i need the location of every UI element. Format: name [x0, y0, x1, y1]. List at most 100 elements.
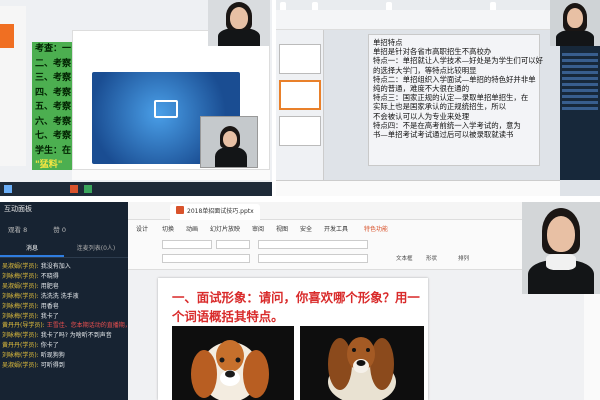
ppt-file-icon [176, 206, 184, 214]
chat-line [562, 95, 598, 98]
format-controls[interactable] [162, 254, 250, 263]
chat-line [562, 53, 598, 56]
start-icon[interactable] [4, 185, 12, 193]
outline-line: 七、考察 [35, 131, 72, 141]
menu-item[interactable]: 幻灯片放映 [210, 224, 240, 233]
chat-line [562, 83, 598, 86]
tab-item[interactable] [386, 2, 392, 10]
slide-thumbnail[interactable] [279, 44, 321, 74]
menu-item[interactable]: 动画 [186, 224, 198, 233]
menu-item[interactable]: 特色功能 [364, 224, 388, 233]
presenter-webcam-small [200, 116, 258, 168]
slide-line: 的选择大学门，等特点比较明显 [373, 65, 477, 75]
outline-line: 五、考察 [35, 102, 72, 112]
slide-title: 一、面试形象：请问，你喜欢哪个形象？用一个词语概括其特点。 [172, 290, 420, 324]
likes-count: 赞 0 [53, 226, 66, 234]
slide-line: 特点一：单招就让人学技术—好处是为学生们可以好 [373, 56, 543, 66]
app-icon[interactable] [70, 185, 78, 193]
right-tool-strip[interactable] [584, 294, 600, 400]
font-select[interactable] [162, 240, 212, 249]
tab-item[interactable] [490, 2, 496, 10]
message-sender[interactable]: 刘咏梅(学员): [2, 293, 39, 300]
chat-message: 黄丹丹(学员): 你卡了 [0, 341, 128, 351]
slide-thumbnail[interactable] [279, 116, 321, 146]
bottom-live-class: 互动面板 观看 8 赞 0 消息 连麦列表(0人) 吴淑娟(学员): 我没有加入刘… [0, 202, 600, 400]
message-sender[interactable]: 吴淑娟(学员): [2, 263, 39, 270]
outline-line: 三、考察 [35, 73, 72, 83]
presenter-webcam [208, 0, 270, 46]
message-sender[interactable]: 刘咏梅(学员): [2, 273, 39, 280]
slide-line: 特点三：国家正规的认定—录取单招单招生，在 [373, 93, 529, 103]
file-tab[interactable]: 2018单招面试技巧.pptx [170, 204, 260, 220]
outline-line: 六、考察 [35, 116, 72, 127]
message-sender[interactable]: 吴淑娟(学员): [2, 283, 39, 290]
interaction-panel: 互动面板 观看 8 赞 0 消息 连麦列表(0人) 吴淑娟(学员): 我没有加入刘… [0, 202, 161, 400]
message-text: 听现狗狗 [40, 352, 65, 360]
viewers-count: 观看 8 [8, 226, 28, 234]
slide-line: 不会被认可以人为专业来处理 [373, 111, 470, 121]
panel-tabs[interactable]: 消息 连麦列表(0人) [0, 240, 128, 258]
message-sender[interactable]: 吴淑娟(学员): [2, 362, 39, 369]
message-text: 我卡了 [40, 312, 59, 320]
taskbar[interactable] [276, 180, 560, 196]
slide-thumbnail[interactable] [279, 80, 321, 110]
slide-line: 特点二：单招组织入学面试—单招的特色好并非单 [373, 74, 536, 84]
message-text: 我没有加入 [40, 263, 71, 270]
paragraph-controls[interactable] [258, 240, 368, 249]
shape-tool[interactable]: 形状 [426, 254, 437, 262]
outline-line: 学生：在 [35, 145, 72, 156]
chat-line [562, 71, 598, 74]
dog-portrait-icon [328, 337, 396, 400]
document-tab-bar[interactable]: 2018单招面试技巧.pptx [128, 202, 522, 220]
menu-item[interactable]: 切换 [162, 224, 174, 233]
message-sender[interactable]: 刘咏梅(学员): [2, 303, 39, 310]
message-sender[interactable]: 刘咏梅(学员): [2, 332, 39, 339]
presenter-webcam [550, 0, 600, 46]
tab-mic-list[interactable]: 连麦列表(0人) [64, 240, 128, 257]
menu-item[interactable]: 设计 [136, 224, 148, 233]
app-icon[interactable] [84, 185, 92, 193]
chat-message: 刘咏梅(学员): 洗洗洗 洗手液 [0, 292, 128, 302]
menu-item[interactable]: 视图 [276, 224, 288, 233]
thumbnail-text [280, 117, 320, 123]
tab-item[interactable] [280, 2, 286, 10]
share-window-header [156, 54, 196, 60]
menu-bar[interactable]: 设计 切换 动画 幻灯片放映 审阅 视图 安全 开发工具 特色功能 [128, 220, 522, 236]
message-text: 我卡了吗? 为啥听不到声音 [40, 332, 112, 340]
screen-share-icon[interactable] [154, 100, 178, 118]
share-toolbar[interactable] [72, 170, 270, 180]
message-sender[interactable]: 刘咏梅(学员): [2, 352, 39, 359]
presenter-webcam [522, 202, 600, 294]
dog-image-left [172, 326, 294, 400]
tab-messages[interactable]: 消息 [0, 240, 64, 257]
menu-item[interactable]: 审阅 [252, 224, 264, 233]
ribbon-toolbar[interactable]: 文本框 形状 排列 [128, 236, 522, 270]
message-sender[interactable]: 黄丹丹(学员): [2, 342, 39, 349]
message-text: 用香皂 [40, 302, 59, 310]
arrange-tool[interactable]: 排列 [458, 254, 469, 262]
message-text: 用肥皂 [40, 282, 59, 290]
chat-line [562, 59, 598, 62]
panel-title: 互动面板 [4, 205, 32, 213]
font-size-select[interactable] [216, 240, 250, 249]
message-sender[interactable]: 刘咏梅(学员): [2, 313, 39, 320]
alignment-controls[interactable] [258, 254, 368, 263]
slide-line: 单招是针对各省市高职招生不高校办 [373, 47, 492, 57]
message-sender[interactable]: 黄丹丹(导学员): [2, 322, 45, 329]
menu-item[interactable]: 开发工具 [324, 224, 348, 233]
slide-thumbnail-panel[interactable] [276, 30, 324, 180]
chat-message: 刘咏梅(学员): 我卡了 [0, 312, 128, 322]
chat-line [562, 77, 598, 80]
thumbnail-text [281, 82, 319, 88]
dog-portrait-icon [191, 340, 269, 400]
windows-taskbar[interactable] [0, 182, 272, 196]
current-slide: 单招特点 单招是针对各省市高职招生不高校办 特点一：单招就让人学技术—好处是为学… [368, 34, 543, 166]
menu-item[interactable]: 安全 [300, 224, 312, 233]
chat-message: 刘咏梅(学员): 听现狗狗 [0, 351, 128, 361]
outline-line: 考查：一 [35, 44, 72, 54]
tab-item[interactable] [312, 2, 318, 10]
app-logo-icon [0, 24, 14, 48]
textbox-tool[interactable]: 文本框 [396, 254, 413, 262]
panel-stats: 观看 8 赞 0 [0, 222, 128, 240]
slide-line: 书—单招考试考试通过后可以被录取就读书 [373, 130, 514, 140]
